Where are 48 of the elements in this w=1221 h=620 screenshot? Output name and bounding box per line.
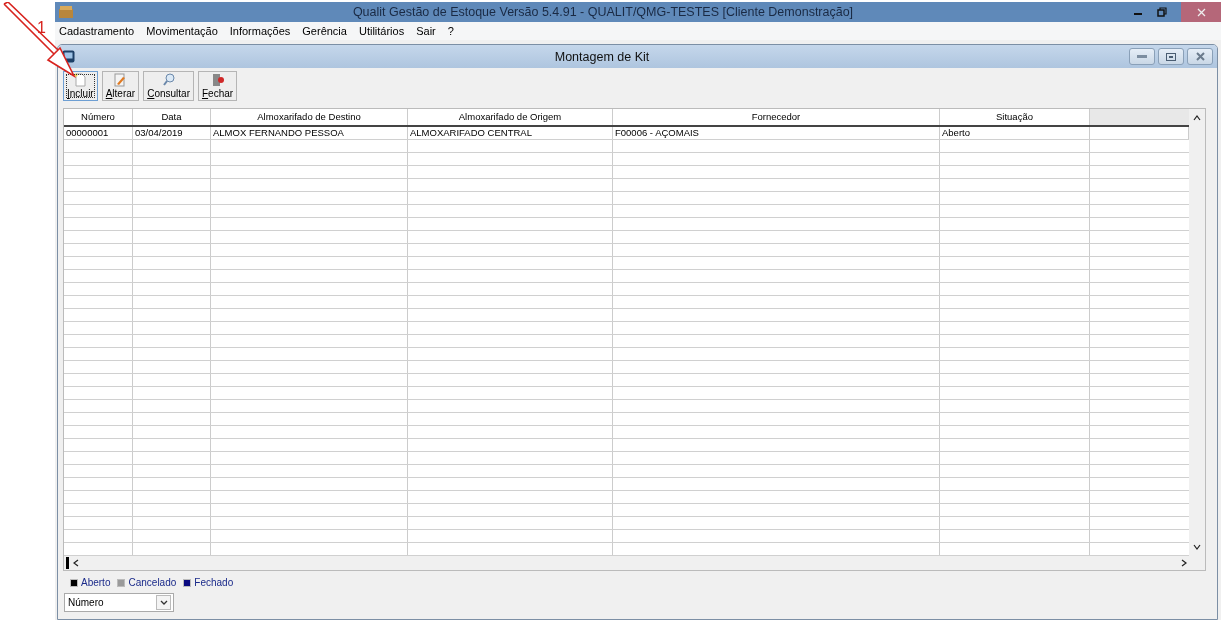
close-icon (1195, 52, 1205, 61)
close-button[interactable] (1187, 48, 1213, 65)
menu-item[interactable]: Cadastramento (59, 25, 135, 37)
column-header[interactable]: Número (64, 109, 133, 125)
sort-dropdown[interactable]: Número (64, 593, 174, 612)
annotation-number: 1 (37, 20, 46, 36)
table-cell: ALMOXARIFADO CENTRAL (408, 127, 613, 139)
column-header[interactable]: Data (133, 109, 211, 125)
table-cell: 03/04/2019 (133, 127, 211, 139)
window-title: Qualit Gestão de Estoque Versão 5.4.91 - QUALIT/QMG-TESTES [Cliente Demonstração] (351, 5, 855, 19)
legend-label: Cancelado (128, 577, 177, 588)
maximize-button[interactable] (1158, 48, 1184, 65)
toolbar-button[interactable]: Consultar (143, 71, 194, 101)
scroll-left-icon[interactable] (73, 559, 79, 567)
column-header[interactable]: Almoxarifado de Destino (211, 109, 408, 125)
legend-label: Fechado (194, 577, 234, 588)
menu-item[interactable]: Utilitários (358, 25, 405, 37)
toolbar-button[interactable]: Alterar (101, 71, 140, 101)
menu-item[interactable]: Informações (229, 25, 291, 37)
menu-item[interactable]: ? (447, 25, 454, 37)
menu-item[interactable]: Gerência (302, 25, 347, 37)
minimize-button[interactable] (1129, 48, 1155, 65)
maximize-icon (1166, 52, 1176, 61)
scroll-right-icon[interactable] (1181, 559, 1187, 567)
menu-item[interactable]: Sair (416, 25, 436, 37)
column-header[interactable]: Fornecedor (613, 109, 940, 125)
table-cell: 00000001 (64, 127, 133, 139)
pencil-icon (113, 73, 128, 87)
table-cell: ALMOX FERNANDO PESSOA (211, 127, 408, 139)
table-cell: Aberto (940, 127, 1090, 139)
door-icon (210, 73, 225, 87)
restore-icon[interactable] (1157, 7, 1167, 17)
search-icon (161, 73, 176, 87)
scroll-down-icon[interactable] (1193, 544, 1201, 550)
scroll-thumb[interactable] (66, 557, 69, 569)
child-window-title: Montagem de Kit (553, 49, 651, 64)
menu-item[interactable]: Movimentação (146, 25, 218, 37)
toolbar-button[interactable]: Incluir (63, 71, 98, 101)
toolbar-button[interactable]: Fechar (197, 71, 238, 101)
box-icon (59, 6, 73, 18)
column-header[interactable]: Almoxarifado de Origem (408, 109, 613, 125)
document-icon (73, 73, 88, 87)
legend-label: Aberto (81, 577, 111, 588)
close-icon (1196, 7, 1206, 17)
minimize-icon (1137, 54, 1147, 59)
table-cell: F00006 - AÇOMAIS (613, 127, 940, 139)
scroll-up-icon[interactable] (1193, 115, 1201, 121)
chevron-down-icon (159, 599, 168, 606)
